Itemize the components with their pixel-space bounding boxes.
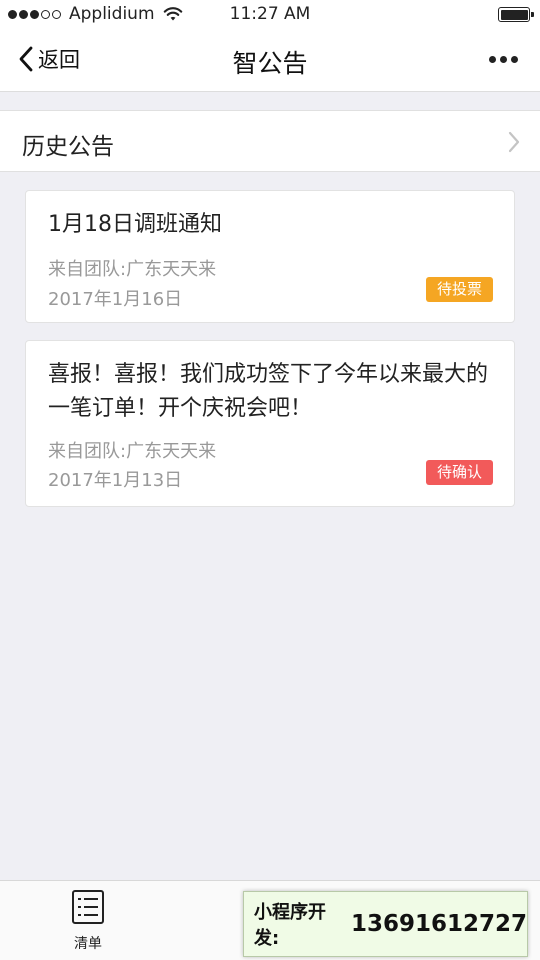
page-title: 智公告 bbox=[232, 49, 308, 78]
status-bar: Applidium 11:27 AM bbox=[0, 0, 540, 30]
announcement-date: 2017年1月16日 bbox=[48, 289, 183, 310]
announcement-card[interactable]: 1月18日调班通知 来自团队:广东天天来 2017年1月16日 待投票 bbox=[25, 190, 515, 323]
history-label: 历史公告 bbox=[22, 134, 114, 160]
list-icon bbox=[72, 890, 104, 924]
nav-bar: 返回 智公告 bbox=[0, 30, 540, 92]
announcement-card[interactable]: 喜报！喜报！我们成功签下了今年以来最大的一笔订单！开个庆祝会吧！ 来自团队:广东… bbox=[25, 340, 515, 507]
history-announcements-row[interactable]: 历史公告 bbox=[0, 110, 540, 172]
announcement-date: 2017年1月13日 bbox=[48, 470, 183, 491]
announcement-title: 1月18日调班通知 bbox=[48, 212, 222, 237]
status-badge: 待投票 bbox=[425, 277, 493, 302]
promo-phone: 13691612727 bbox=[350, 911, 527, 937]
tab-list[interactable]: 清单 bbox=[60, 889, 116, 953]
announcement-source: 来自团队:广东天天来 bbox=[48, 259, 217, 280]
more-button[interactable] bbox=[485, 56, 518, 63]
announcement-title: 喜报！喜报！我们成功签下了今年以来最大的一笔订单！开个庆祝会吧！ bbox=[48, 362, 489, 421]
battery-icon bbox=[498, 7, 534, 22]
more-dots-icon bbox=[489, 56, 496, 63]
promo-label: 小程序开发: bbox=[254, 902, 326, 949]
status-badge: 待确认 bbox=[425, 460, 493, 485]
tab-label: 清单 bbox=[74, 936, 102, 952]
announcement-source: 来自团队:广东天天来 bbox=[48, 441, 217, 462]
status-time: 11:27 AM bbox=[229, 4, 311, 24]
chevron-right-icon bbox=[508, 131, 520, 153]
promo-banner: 小程序开发: 13691612727 bbox=[243, 891, 528, 957]
